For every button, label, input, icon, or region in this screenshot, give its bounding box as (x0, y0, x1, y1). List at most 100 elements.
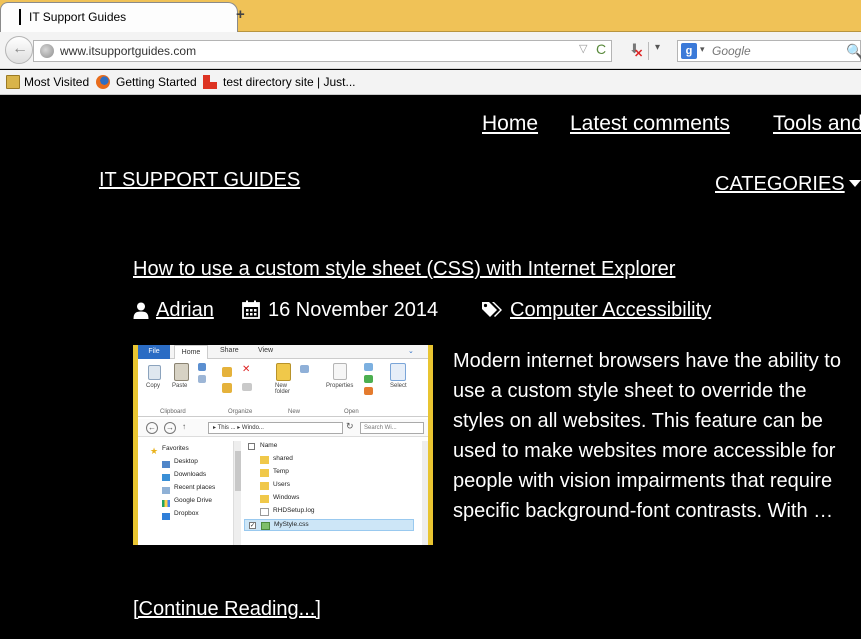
new-folder-icon (276, 363, 291, 381)
ribbon-chevron-icon: ⌄ (408, 348, 414, 355)
calendar-icon (242, 300, 260, 319)
tags-icon (482, 302, 502, 317)
copy-icon (148, 365, 161, 380)
back-button[interactable]: ← (5, 36, 33, 64)
star-icon: ★ (150, 446, 159, 456)
explorer-forward-icon: → (164, 422, 176, 434)
select-icon (390, 363, 406, 381)
caret-down-icon[interactable] (849, 180, 861, 187)
file-name: shared (273, 455, 293, 462)
post-author[interactable]: Adrian (156, 299, 214, 321)
ribbon-tabs: File Home Share View ⌄ (138, 345, 428, 359)
select-all-checkbox (248, 443, 255, 450)
site-title-link[interactable]: IT SUPPORT GUIDES (99, 169, 300, 192)
url-bar[interactable]: www.itsupportguides.com ▽ C (33, 40, 612, 62)
post-title-link[interactable]: How to use a custom style sheet (CSS) wi… (133, 258, 675, 281)
explorer-window-image: File Home Share View ⌄ Copy Paste ✕ New … (138, 345, 428, 545)
folder-icon (6, 75, 20, 89)
nav-tools[interactable]: Tools and (773, 112, 861, 136)
folder-icon (260, 495, 269, 503)
tree-item-recent-places: Recent places (174, 484, 216, 491)
file-list-scrollbar (422, 441, 428, 545)
copy-path-icon (198, 375, 206, 383)
paste-icon (174, 363, 189, 381)
ribbon-tab-share: Share (220, 347, 239, 354)
ribbon-group-clipboard: Clipboard (160, 409, 186, 415)
bookmark-test-directory[interactable]: test directory site | Just... (223, 75, 356, 89)
ribbon-tab-home: Home (174, 345, 208, 359)
ribbon-properties-label: Properties (326, 383, 354, 389)
desktop-icon (162, 461, 170, 468)
file-name: Users (273, 481, 290, 488)
properties-icon (333, 363, 347, 380)
file-row: shared (244, 454, 414, 466)
folder-icon (260, 456, 269, 464)
categories-menu[interactable]: CATEGORIES (715, 173, 845, 196)
post-thumbnail[interactable]: File Home Share View ⌄ Copy Paste ✕ New … (133, 345, 433, 545)
address-row: ← → ↑ ▸ This ... ▸ Windo... ↻ Search Wi.… (138, 419, 428, 437)
explorer-back-icon: ← (146, 422, 158, 434)
recent-places-icon (162, 487, 170, 494)
url-text[interactable]: www.itsupportguides.com (60, 44, 196, 58)
nav-latest-comments[interactable]: Latest comments (570, 112, 730, 136)
tree-item-dropbox: Dropbox (174, 510, 199, 517)
search-engine-dropdown-icon[interactable]: ▾ (700, 44, 705, 55)
explorer-search-box: Search Wi... (360, 422, 424, 434)
file-checkbox-checked: ✓ (249, 522, 256, 529)
ribbon-new-folder-label: New folder (275, 383, 291, 395)
search-input[interactable]: Google (712, 44, 751, 58)
post-category-link[interactable]: Computer Accessibility (510, 299, 711, 322)
search-go-icon[interactable]: 🔍 (846, 43, 861, 60)
file-list-header: Name (244, 441, 414, 453)
copy-to-icon (222, 383, 232, 393)
delete-icon: ✕ (242, 364, 252, 375)
toolbar-separator (648, 42, 649, 60)
url-dropdown-icon[interactable]: ▽ (579, 42, 587, 55)
css-file-icon (261, 522, 270, 530)
post-author-link[interactable]: Adrian (156, 299, 214, 322)
ribbon-copy-label: Copy (146, 383, 161, 389)
tree-item-favorites: Favorites (162, 445, 189, 452)
downloads-icon (162, 474, 170, 481)
file-row: Temp (244, 467, 414, 479)
move-to-icon (222, 367, 232, 377)
file-list: Name shared Temp Users Windows RHDSetup.… (244, 441, 422, 545)
bookmark-most-visited[interactable]: Most Visited (24, 75, 89, 89)
navigation-toolbar: ← www.itsupportguides.com ▽ C ⬇ ✕ ▾ g ▾ … (0, 32, 861, 69)
site-icon (203, 75, 217, 89)
tree-item-google-drive: Google Drive (174, 497, 212, 504)
file-name: Temp (273, 468, 289, 475)
history-icon (364, 387, 373, 395)
tab-title: IT Support Guides (29, 10, 127, 24)
google-drive-icon (162, 500, 170, 507)
file-name: RHDSetup.log (273, 507, 315, 514)
post-excerpt: Modern internet browsers have the abilit… (453, 350, 841, 522)
ribbon-group-new: New (288, 409, 301, 415)
ribbon-group-open: Open (344, 409, 359, 415)
new-tab-button[interactable]: + (236, 6, 245, 23)
tab-strip: IT Support Guides + (0, 0, 861, 32)
explorer-up-icon: ↑ (182, 422, 186, 431)
file-row: Users (244, 480, 414, 492)
tree-item-desktop: Desktop (174, 458, 198, 465)
ribbon: Copy Paste ✕ New folder Properties Selec… (138, 359, 428, 417)
reload-icon[interactable]: C (596, 41, 606, 57)
tree-item-downloads: Downloads (174, 471, 207, 478)
post-category[interactable]: Computer Accessibility (510, 299, 711, 321)
edit-icon (364, 375, 373, 383)
bookmark-getting-started[interactable]: Getting Started (116, 75, 197, 89)
explorer-refresh-icon: ↻ (346, 421, 354, 431)
cut-icon (198, 363, 206, 371)
download-button[interactable]: ⬇ ✕ (626, 41, 644, 60)
google-icon[interactable]: g (681, 43, 697, 59)
firefox-icon (96, 75, 110, 89)
search-bar[interactable]: g ▾ Google 🔍 (677, 40, 861, 62)
download-cancel-icon: ✕ (634, 48, 644, 60)
download-dropdown-icon[interactable]: ▾ (655, 42, 660, 53)
continue-reading-link[interactable]: [Continue Reading...] (133, 598, 321, 621)
nav-home[interactable]: Home (482, 112, 538, 136)
open-icon (364, 363, 373, 371)
folder-icon (260, 469, 269, 477)
browser-tab[interactable]: IT Support Guides (0, 2, 238, 32)
user-icon (133, 302, 149, 319)
